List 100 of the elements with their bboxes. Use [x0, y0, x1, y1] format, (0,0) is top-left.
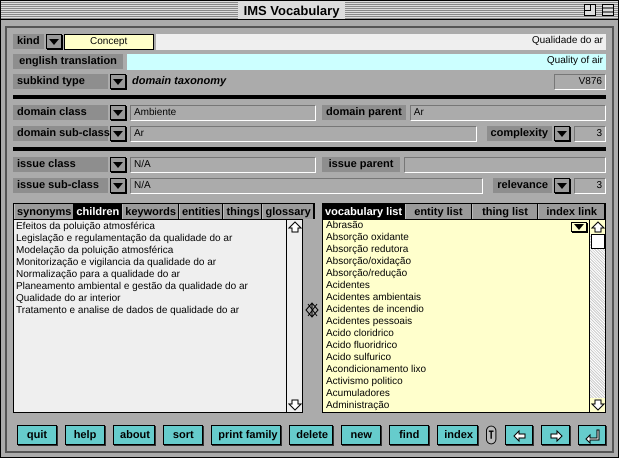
list-item[interactable]: Monitorização e vigilancia da qualidade do ar: [16, 257, 284, 269]
caret-icon: [113, 110, 123, 116]
list-item[interactable]: Legislação e regulamentação da qualidade do ar: [16, 233, 284, 245]
text-field[interactable]: Ambiente: [130, 104, 316, 120]
caret-icon: [574, 224, 584, 230]
zoom-box-icon[interactable]: [584, 4, 596, 16]
list-item[interactable]: Activismo politico: [326, 376, 403, 388]
caret-icon: [557, 182, 567, 188]
subkind-value: domain taxonomy: [132, 74, 228, 90]
toolbar-button[interactable]: index: [437, 425, 478, 445]
tab[interactable]: entities: [178, 204, 224, 219]
list-item[interactable]: Acido sulfurico: [326, 352, 392, 364]
tab[interactable]: glossary: [262, 204, 314, 219]
list-item[interactable]: Acidentes: [326, 280, 370, 292]
list-item[interactable]: Normalização para a qualidade do ar: [16, 269, 284, 281]
field-label: relevance: [493, 178, 552, 193]
tab[interactable]: synonyms: [14, 204, 74, 219]
text-field[interactable]: Qualidade do ar: [156, 34, 606, 50]
toolbar-button[interactable]: help: [65, 425, 105, 445]
list-item[interactable]: Acondicionamento lixo: [326, 364, 426, 376]
text-field[interactable]: [404, 156, 606, 172]
list-item[interactable]: Acido fluoridrico: [326, 340, 398, 352]
dropdown-button[interactable]: [571, 222, 587, 232]
scroll-bar[interactable]: [286, 220, 302, 412]
dropdown-button[interactable]: [110, 178, 126, 193]
dropdown-button[interactable]: [110, 126, 126, 141]
caret-icon: [113, 182, 123, 188]
text-field[interactable]: N/A: [130, 178, 484, 194]
list-item[interactable]: Acido cloridrico: [326, 328, 394, 340]
window-title: IMS Vocabulary: [238, 2, 346, 18]
dropdown-button[interactable]: [110, 105, 126, 120]
field-label: kind: [13, 34, 44, 49]
list-item[interactable]: Planeamento ambiental e gestão da qualidade do ar: [16, 281, 284, 293]
caret-icon: [113, 162, 123, 168]
forward-button[interactable]: [541, 425, 570, 445]
dropdown-button[interactable]: [110, 157, 126, 172]
text-field[interactable]: Quality of air: [127, 54, 606, 70]
dropdown-button[interactable]: [554, 126, 570, 141]
caret-icon: [557, 130, 567, 136]
toolbar-button[interactable]: find: [389, 425, 430, 445]
field-label: english translation: [13, 54, 123, 69]
tab[interactable]: things: [223, 204, 262, 219]
tab[interactable]: entity list: [405, 204, 472, 219]
caret-icon: [113, 130, 123, 136]
field-label: issue sub-class: [13, 178, 108, 193]
toolbar-button[interactable]: delete: [289, 425, 334, 445]
field-label: complexity: [486, 126, 552, 141]
list-item[interactable]: Absorção oxidante: [326, 232, 409, 244]
dropdown-button[interactable]: [110, 74, 126, 89]
scroll-up-arrow-icon[interactable]: [590, 221, 604, 233]
tag-icon[interactable]: [486, 425, 497, 445]
text-field[interactable]: N/A: [130, 156, 316, 172]
list-item[interactable]: Absorção/oxidação: [326, 256, 412, 268]
text-field[interactable]: V876: [554, 74, 606, 90]
dropdown-button[interactable]: [554, 178, 570, 193]
dropdown-button[interactable]: [46, 34, 62, 49]
field-label: domain sub-class: [13, 126, 108, 141]
field-label: subkind type: [13, 74, 108, 89]
field-label: issue parent: [322, 157, 400, 172]
text-field[interactable]: Ar: [410, 104, 606, 120]
collapse-box-icon[interactable]: [602, 4, 614, 16]
tab[interactable]: vocabulary list: [323, 204, 406, 219]
list-item[interactable]: Tratamento e analise de dados de qualidade do ar: [16, 305, 284, 317]
kind-value: Concept: [64, 34, 154, 50]
field-label: issue class: [13, 157, 108, 172]
scroll-thumb[interactable]: [590, 234, 604, 249]
back-button[interactable]: [504, 425, 534, 445]
tab[interactable]: keywords: [122, 204, 179, 219]
list-item[interactable]: Efeitos da poluição atmosférica: [16, 221, 284, 233]
crossed-arrows-icon[interactable]: [305, 301, 320, 319]
toolbar-button[interactable]: sort: [163, 425, 204, 445]
list-item[interactable]: Acidentes ambientais: [326, 292, 422, 304]
list-item[interactable]: Acidentes de incendio: [326, 304, 424, 316]
list-item[interactable]: Absorção/redução: [326, 268, 408, 280]
list-item[interactable]: Administração: [326, 400, 390, 412]
scroll-down-arrow-icon[interactable]: [590, 399, 604, 411]
list-item[interactable]: Modelação da poluição atmosférica: [16, 245, 284, 257]
scroll-up-arrow-icon[interactable]: [288, 221, 302, 233]
text-field[interactable]: 3: [574, 178, 606, 194]
list-item[interactable]: Acumuladores: [326, 388, 390, 400]
return-button[interactable]: [578, 425, 606, 445]
scroll-down-arrow-icon[interactable]: [288, 399, 302, 411]
list-item[interactable]: Qualidade do ar interior: [16, 293, 284, 305]
scroll-bar[interactable]: [589, 220, 605, 412]
caret-icon: [48, 38, 59, 44]
text-field[interactable]: Ar: [130, 126, 477, 142]
field-label: domain parent: [322, 105, 406, 120]
field-label: domain class: [13, 105, 108, 120]
toolbar-button[interactable]: print family: [211, 425, 282, 445]
list-item[interactable]: Acidentes pessoais: [326, 316, 412, 328]
tab[interactable]: index link: [538, 204, 606, 219]
toolbar-button[interactable]: about: [113, 425, 156, 445]
toolbar-button[interactable]: new: [341, 425, 382, 445]
list-item[interactable]: Absorção redutora: [326, 244, 408, 256]
text-field[interactable]: 3: [574, 126, 606, 142]
toolbar-button[interactable]: quit: [17, 425, 57, 445]
tab[interactable]: children: [74, 204, 122, 219]
caret-icon: [113, 78, 123, 84]
list-item[interactable]: Abrasão: [326, 220, 364, 232]
tab[interactable]: thing list: [472, 204, 538, 219]
